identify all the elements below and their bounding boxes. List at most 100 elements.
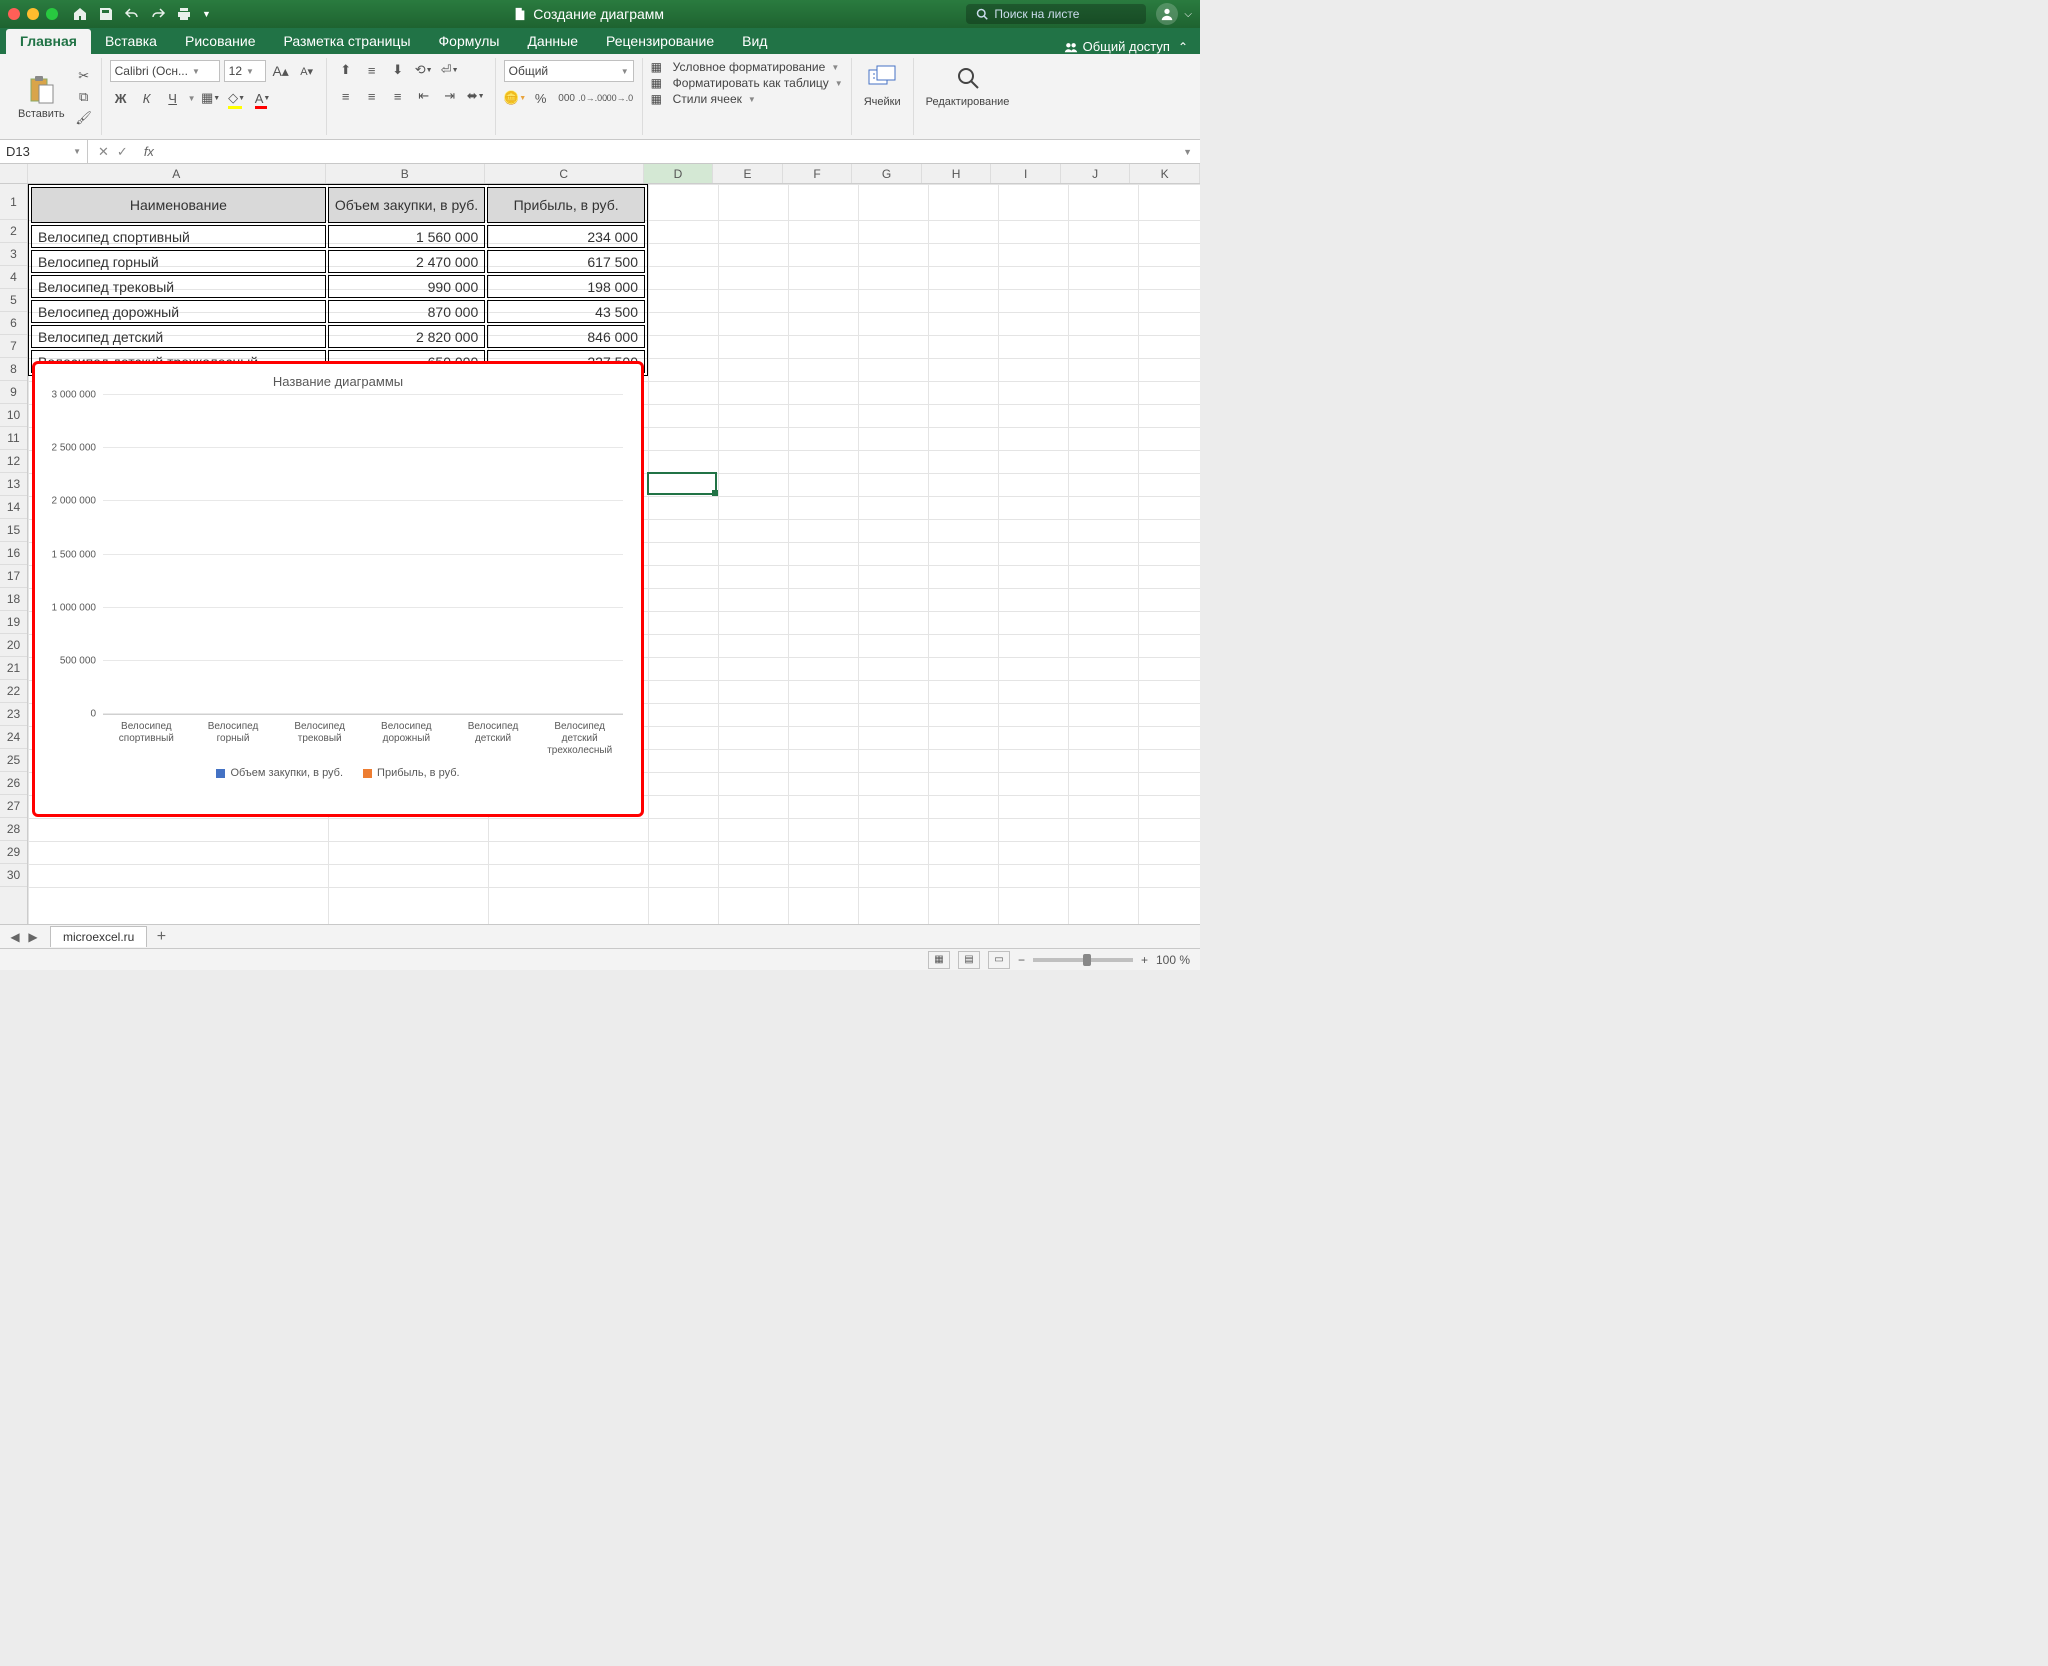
row-header-14[interactable]: 14 — [0, 496, 27, 519]
font-color-button[interactable]: A▼ — [252, 88, 274, 108]
font-name-select[interactable]: Calibri (Осн...▼ — [110, 60, 220, 82]
chevron-down-icon[interactable]: ⌵ — [1184, 9, 1192, 20]
maximize-window[interactable] — [46, 8, 58, 20]
cancel-formula-icon[interactable]: ✕ — [98, 144, 109, 160]
table-cell[interactable]: Велосипед горный — [31, 250, 326, 273]
row-header-1[interactable]: 1 — [0, 184, 27, 220]
redo-icon[interactable] — [150, 6, 166, 22]
paste-button[interactable]: Вставить — [14, 72, 69, 122]
col-header-F[interactable]: F — [783, 164, 853, 183]
increase-indent-icon[interactable]: ⇥ — [439, 86, 461, 106]
search-input[interactable]: Поиск на листе — [966, 4, 1146, 24]
table-header[interactable]: Наименование — [31, 187, 326, 223]
table-cell[interactable]: 617 500 — [487, 250, 645, 273]
worksheet-grid[interactable]: ABCDEFGHIJK 1234567891011121314151617181… — [0, 164, 1200, 924]
row-header-28[interactable]: 28 — [0, 818, 27, 841]
home-icon[interactable] — [72, 6, 88, 22]
table-cell[interactable]: 2 820 000 — [328, 325, 485, 348]
copy-icon[interactable]: ⧉ — [75, 88, 93, 106]
cut-icon[interactable]: ✂ — [75, 67, 93, 85]
underline-button[interactable]: Ч — [162, 88, 184, 108]
comma-icon[interactable]: 000 — [556, 88, 578, 108]
decrease-font-icon[interactable]: A▾ — [296, 61, 318, 81]
table-cell[interactable]: Велосипед трековый — [31, 275, 326, 298]
share-button[interactable]: Общий доступ — [1064, 39, 1170, 54]
row-header-10[interactable]: 10 — [0, 404, 27, 427]
cell-styles-button[interactable]: ▦Стили ячеек▼ — [651, 92, 843, 106]
tab-вид[interactable]: Вид — [728, 29, 781, 54]
zoom-level[interactable]: 100 % — [1156, 953, 1190, 967]
col-header-B[interactable]: B — [326, 164, 485, 183]
row-header-6[interactable]: 6 — [0, 312, 27, 335]
row-header-7[interactable]: 7 — [0, 335, 27, 358]
row-header-13[interactable]: 13 — [0, 473, 27, 496]
undo-icon[interactable] — [124, 6, 140, 22]
qat-dropdown-icon[interactable]: ▼ — [202, 9, 211, 19]
table-cell[interactable]: 846 000 — [487, 325, 645, 348]
col-header-I[interactable]: I — [991, 164, 1061, 183]
align-bottom-icon[interactable]: ⬇ — [387, 60, 409, 80]
col-header-K[interactable]: K — [1130, 164, 1200, 183]
tab-рисование[interactable]: Рисование — [171, 29, 270, 54]
table-cell[interactable]: Велосипед спортивный — [31, 225, 326, 248]
table-cell[interactable]: 43 500 — [487, 300, 645, 323]
table-cell[interactable]: Велосипед дорожный — [31, 300, 326, 323]
col-header-D[interactable]: D — [644, 164, 714, 183]
name-box[interactable]: D13▼ — [0, 140, 88, 163]
decrease-decimal-icon[interactable]: .00→.0 — [608, 88, 630, 108]
row-header-26[interactable]: 26 — [0, 772, 27, 795]
print-icon[interactable] — [176, 6, 192, 22]
table-cell[interactable]: 234 000 — [487, 225, 645, 248]
row-header-29[interactable]: 29 — [0, 841, 27, 864]
table-cell[interactable]: 870 000 — [328, 300, 485, 323]
next-sheet-icon[interactable]: ▶ — [24, 928, 42, 946]
table-cell[interactable]: 1 560 000 — [328, 225, 485, 248]
view-page-layout-icon[interactable]: ▤ — [958, 951, 980, 969]
table-header[interactable]: Объем закупки, в руб. — [328, 187, 485, 223]
tab-формулы[interactable]: Формулы — [425, 29, 514, 54]
tab-рецензирование[interactable]: Рецензирование — [592, 29, 728, 54]
format-painter-icon[interactable]: 🖌 — [75, 109, 93, 127]
minimize-window[interactable] — [27, 8, 39, 20]
table-cell[interactable]: 2 470 000 — [328, 250, 485, 273]
cells-button[interactable]: Ячейки — [860, 60, 905, 110]
format-as-table-button[interactable]: ▦Форматировать как таблицу▼ — [651, 76, 843, 90]
sheet-tab[interactable]: microexcel.ru — [50, 926, 147, 947]
row-header-2[interactable]: 2 — [0, 220, 27, 243]
conditional-formatting-button[interactable]: ▦Условное форматирование▼ — [651, 60, 843, 74]
fx-icon[interactable]: fx — [138, 144, 154, 159]
table-cell[interactable]: 198 000 — [487, 275, 645, 298]
chart-object[interactable]: Название диаграммы 0500 0001 000 0001 50… — [32, 361, 644, 817]
orientation-icon[interactable]: ⟲▼ — [413, 60, 435, 80]
active-cell[interactable] — [647, 472, 717, 495]
collapse-ribbon-icon[interactable]: ⌃ — [1178, 40, 1188, 54]
col-header-A[interactable]: A — [28, 164, 326, 183]
expand-formula-bar-icon[interactable]: ▼ — [1175, 147, 1200, 157]
increase-decimal-icon[interactable]: .0→.00 — [582, 88, 604, 108]
tab-разметка страницы[interactable]: Разметка страницы — [270, 29, 425, 54]
row-header-17[interactable]: 17 — [0, 565, 27, 588]
wrap-text-icon[interactable]: ⏎▼ — [439, 60, 461, 80]
row-header-3[interactable]: 3 — [0, 243, 27, 266]
data-table[interactable]: НаименованиеОбъем закупки, в руб.Прибыль… — [28, 184, 648, 376]
row-header-19[interactable]: 19 — [0, 611, 27, 634]
currency-icon[interactable]: 🪙▼ — [504, 88, 526, 108]
merge-cells-icon[interactable]: ⬌▼ — [465, 86, 487, 106]
view-normal-icon[interactable]: ▦ — [928, 951, 950, 969]
row-header-12[interactable]: 12 — [0, 450, 27, 473]
row-header-27[interactable]: 27 — [0, 795, 27, 818]
col-header-J[interactable]: J — [1061, 164, 1131, 183]
accept-formula-icon[interactable]: ✓ — [117, 144, 128, 160]
prev-sheet-icon[interactable]: ◀ — [6, 928, 24, 946]
zoom-slider[interactable] — [1033, 958, 1133, 962]
row-header-20[interactable]: 20 — [0, 634, 27, 657]
row-header-11[interactable]: 11 — [0, 427, 27, 450]
tab-главная[interactable]: Главная — [6, 29, 91, 54]
col-header-E[interactable]: E — [713, 164, 783, 183]
save-icon[interactable] — [98, 6, 114, 22]
table-cell[interactable]: 990 000 — [328, 275, 485, 298]
number-format-select[interactable]: Общий▼ — [504, 60, 634, 82]
align-top-icon[interactable]: ⬆ — [335, 60, 357, 80]
view-page-break-icon[interactable]: ▭ — [988, 951, 1010, 969]
row-header-5[interactable]: 5 — [0, 289, 27, 312]
